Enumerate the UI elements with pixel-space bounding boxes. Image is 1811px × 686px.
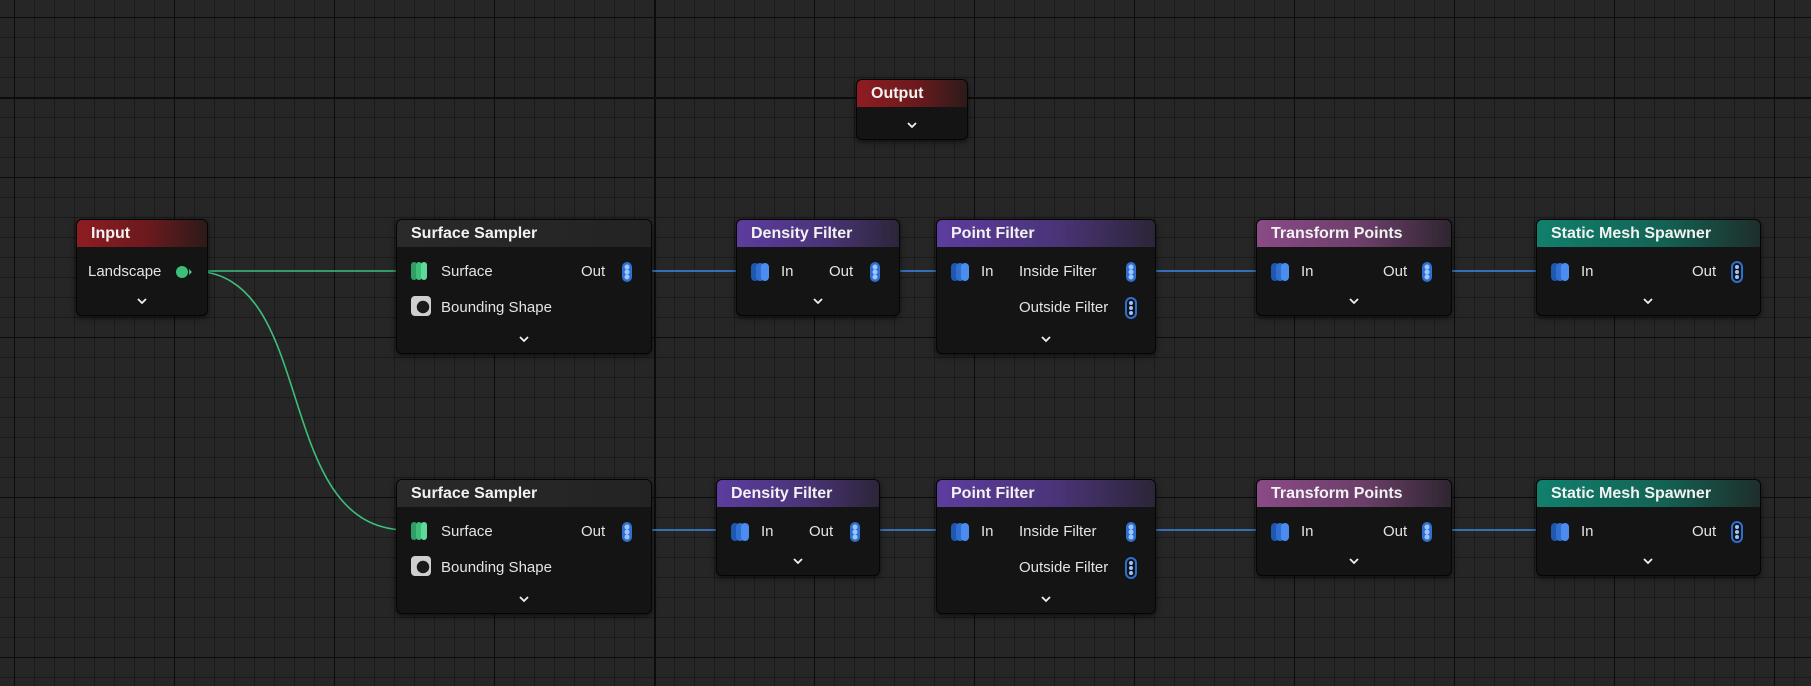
out-pin-label: Out — [581, 523, 606, 540]
in-pin-label: In — [781, 263, 794, 280]
stacked-points-icon[interactable] — [1550, 520, 1572, 544]
stacked-points-icon[interactable] — [730, 520, 752, 544]
in-pin-label: In — [1301, 263, 1314, 280]
output-node[interactable]: Output — [856, 79, 968, 140]
landscape-pin-label: Landscape — [88, 263, 162, 280]
out-pin-label: Out — [1692, 263, 1717, 280]
surface-sampler-title: Surface Sampler — [397, 220, 651, 247]
transform-points-node-1[interactable]: Transform Points In Out — [1256, 219, 1452, 316]
outside-filter-pin-label: Outside Filter — [1019, 559, 1109, 576]
stacked-points-outline-icon[interactable] — [1123, 557, 1139, 579]
transform-points-title: Transform Points — [1257, 220, 1451, 247]
density-filter-title: Density Filter — [717, 480, 879, 507]
stacked-points-icon[interactable] — [950, 520, 972, 544]
static-mesh-spawner-node-2[interactable]: Static Mesh Spawner In Out — [1536, 479, 1761, 576]
chevron-down-icon[interactable] — [1349, 556, 1359, 566]
stacked-points-icon[interactable] — [1123, 521, 1139, 543]
static-mesh-spawner-title: Static Mesh Spawner — [1537, 480, 1760, 507]
surface-sampler-node-2[interactable]: Surface Sampler Surface Out Bounding Sha… — [396, 479, 652, 614]
wire-landscape-to-sampler2 — [191, 270, 408, 531]
transform-points-title: Transform Points — [1257, 480, 1451, 507]
out-pin-label: Out — [1692, 523, 1717, 540]
output-node-title: Output — [857, 80, 967, 107]
stacked-points-icon[interactable] — [847, 521, 863, 543]
stacked-points-icon[interactable] — [750, 260, 772, 284]
stacked-points-icon[interactable] — [619, 521, 635, 543]
chevron-down-icon[interactable] — [907, 120, 917, 130]
chevron-down-icon[interactable] — [519, 334, 529, 344]
transform-points-node-2[interactable]: Transform Points In Out — [1256, 479, 1452, 576]
in-pin-label: In — [1581, 523, 1594, 540]
chevron-down-icon[interactable] — [137, 296, 147, 306]
bounding-shape-icon[interactable] — [410, 555, 432, 577]
point-filter-node-1[interactable]: Point Filter In Inside Filter Outside Fi… — [936, 219, 1156, 354]
stacked-points-icon[interactable] — [1419, 261, 1435, 283]
chevron-down-icon[interactable] — [1643, 296, 1653, 306]
point-filter-title: Point Filter — [937, 220, 1155, 247]
out-pin-label: Out — [581, 263, 606, 280]
bounding-shape-pin-label: Bounding Shape — [441, 299, 552, 316]
stacked-points-icon[interactable] — [950, 260, 972, 284]
input-node[interactable]: Input Landscape — [76, 219, 208, 316]
stacked-points-icon[interactable] — [1270, 520, 1292, 544]
stacked-surface-icon[interactable] — [410, 259, 430, 283]
bounding-shape-icon[interactable] — [410, 295, 432, 317]
surface-pin-label: Surface — [441, 263, 493, 280]
chevron-down-icon[interactable] — [1041, 594, 1051, 604]
chevron-down-icon[interactable] — [1349, 296, 1359, 306]
inside-filter-pin-label: Inside Filter — [1019, 263, 1097, 280]
stacked-points-icon[interactable] — [1550, 260, 1572, 284]
out-pin-label: Out — [1383, 523, 1408, 540]
stacked-surface-icon[interactable] — [410, 519, 430, 543]
out-pin-label: Out — [829, 263, 854, 280]
stacked-points-outline-icon[interactable] — [1123, 297, 1139, 319]
stacked-points-icon[interactable] — [1419, 521, 1435, 543]
static-mesh-spawner-title: Static Mesh Spawner — [1537, 220, 1760, 247]
static-mesh-spawner-node-1[interactable]: Static Mesh Spawner In Out — [1536, 219, 1761, 316]
in-pin-label: In — [1301, 523, 1314, 540]
out-pin-label: Out — [809, 523, 834, 540]
outside-filter-pin-label: Outside Filter — [1019, 299, 1109, 316]
chevron-down-icon[interactable] — [793, 556, 803, 566]
point-filter-node-2[interactable]: Point Filter In Inside Filter Outside Fi… — [936, 479, 1156, 614]
stacked-points-outline-icon[interactable] — [1729, 521, 1745, 543]
input-node-title: Input — [77, 220, 207, 247]
in-pin-label: In — [981, 523, 994, 540]
chevron-down-icon[interactable] — [519, 594, 529, 604]
in-pin-label: In — [981, 263, 994, 280]
density-filter-node-1[interactable]: Density Filter In Out — [736, 219, 900, 316]
bounding-shape-pin-label: Bounding Shape — [441, 559, 552, 576]
stacked-points-icon[interactable] — [1123, 261, 1139, 283]
surface-sampler-node-1[interactable]: Surface Sampler Surface Out Bounding Sha… — [396, 219, 652, 354]
density-filter-title: Density Filter — [737, 220, 899, 247]
stacked-points-icon[interactable] — [867, 261, 883, 283]
chevron-down-icon[interactable] — [1041, 334, 1051, 344]
chevron-down-icon[interactable] — [1643, 556, 1653, 566]
stacked-points-outline-icon[interactable] — [1729, 261, 1745, 283]
stacked-points-icon[interactable] — [619, 261, 635, 283]
stacked-points-icon[interactable] — [1270, 260, 1292, 284]
inside-filter-pin-label: Inside Filter — [1019, 523, 1097, 540]
in-pin-label: In — [761, 523, 774, 540]
surface-pin-label: Surface — [441, 523, 493, 540]
in-pin-label: In — [1581, 263, 1594, 280]
circle-pin-icon[interactable] — [175, 265, 193, 279]
out-pin-label: Out — [1383, 263, 1408, 280]
chevron-down-icon[interactable] — [813, 296, 823, 306]
density-filter-node-2[interactable]: Density Filter In Out — [716, 479, 880, 576]
surface-sampler-title: Surface Sampler — [397, 480, 651, 507]
point-filter-title: Point Filter — [937, 480, 1155, 507]
